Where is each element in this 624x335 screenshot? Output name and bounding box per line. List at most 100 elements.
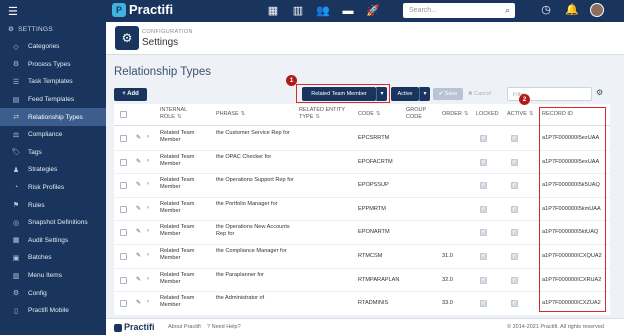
row-select-checkbox[interactable] [120,158,127,166]
sidebar-item-relationship-types[interactable]: ⇄ Relationship Types [0,108,106,126]
search-icon[interactable]: ⌕ [505,5,510,16]
sidebar-item-snapshot-definitions[interactable]: ◎ Snapshot Definitions [0,214,106,232]
sidebar-item-tags[interactable]: 🏷 Tags [0,144,106,162]
locked-checkbox[interactable] [480,228,487,237]
header-locked[interactable]: LOCKED [476,111,499,118]
header-related-entity-type-label: RELATED ENTITY TYPE [299,107,345,120]
edit-pencil-icon[interactable]: ✎ [136,134,141,141]
active-dropdown-chevron-icon[interactable]: ▾ [419,87,430,101]
dash-icon[interactable]: ⸗ [147,276,149,282]
dash-icon[interactable]: ⸗ [147,252,149,258]
user-avatar[interactable] [590,3,604,17]
sidebar-item-practifi-mobile[interactable]: ▯ Practifi Mobile [0,302,106,320]
sidebar-item-categories[interactable]: ◇ Categories [0,38,106,56]
sidebar-item-risk-profiles[interactable]: ◔ Risk Profiles [0,179,106,197]
table-row[interactable]: ✎ ⸗ Related Team Member the OPAC Checker fo… [114,151,610,175]
help-link[interactable]: ? Need Help? [207,324,241,330]
header-phrase[interactable]: PHRASE ⇅ [216,111,245,118]
table-row[interactable]: ✎ ⸗ Related Team Member the Operations Supp… [114,174,610,198]
row-select-checkbox[interactable] [120,229,127,237]
about-link[interactable]: About Practifi [168,324,201,330]
active-filter-dropdown[interactable]: Active [391,87,419,101]
edit-pencil-icon[interactable]: ✎ [136,276,141,283]
edit-pencil-icon[interactable]: ✎ [136,205,141,212]
settings-heading[interactable]: ⚙ SETTINGS [8,25,53,33]
dash-icon[interactable]: ⸗ [147,205,149,211]
locked-checkbox[interactable] [480,276,487,284]
callout-badge-2: 2 [519,94,530,105]
global-search-input[interactable]: Search... ⌕ [403,3,515,18]
building-icon[interactable]: ▥ [291,4,305,18]
edit-pencil-icon[interactable]: ✎ [136,181,141,188]
active-checkbox[interactable] [511,181,518,190]
header-related-entity-type[interactable]: RELATED ENTITY TYPE ⇅ [299,107,359,121]
header-group-code[interactable]: GROUP CODE [406,107,436,121]
bell-icon[interactable]: 🔔 [564,3,580,16]
rocket-icon[interactable]: 🚀 [366,4,380,18]
active-checkbox[interactable] [511,205,518,213]
dash-icon[interactable]: ⸗ [147,158,149,164]
header-internal-role[interactable]: INTERNAL ROLE ⇅ [160,107,204,121]
relationship-type-dropdown[interactable]: Related Team Member [302,87,376,101]
row-select-checkbox[interactable] [120,253,127,260]
type-dropdown-chevron-icon[interactable]: ▾ [376,87,387,101]
dash-icon[interactable]: ⸗ [147,134,149,140]
header-group-code-label: GROUP CODE [406,107,427,120]
sidebar-item-batches[interactable]: ▣ Batches [0,249,106,267]
edit-pencil-icon[interactable]: ✎ [136,228,141,235]
table-row[interactable]: ✎ ⸗ Related Team Member the Customer Servic… [114,127,610,151]
active-checkbox[interactable] [511,299,518,308]
people-icon[interactable]: 👥 [316,4,330,18]
header-code[interactable]: CODE ⇅ [358,111,381,118]
active-checkbox[interactable] [511,134,518,142]
table-row[interactable]: ✎ ⸗ Related Team Member the Portfolio Manag… [114,198,610,222]
active-checkbox[interactable] [511,228,518,237]
clock-icon[interactable]: ◷ [538,3,554,16]
dash-icon[interactable]: ⸗ [147,181,149,187]
table-row[interactable]: ✎ ⸗ Related Team Member the Compliance Mana… [114,245,610,269]
row-select-checkbox[interactable] [120,300,127,308]
locked-checkbox[interactable] [480,134,487,142]
hamburger-menu-icon[interactable]: ☰ [8,5,18,18]
save-button[interactable]: ✔ Save [433,88,463,100]
sidebar-item-audit-settings[interactable]: ▦ Audit Settings [0,232,106,250]
cancel-button[interactable]: ✖ Cancel [468,88,500,100]
active-checkbox[interactable] [511,158,518,166]
header-order[interactable]: ORDER ⇅ [442,111,468,118]
row-select-checkbox[interactable] [120,182,127,190]
sidebar-item-menu-items[interactable]: ▥ Menu Items [0,267,106,285]
add-button[interactable]: + Add [114,88,147,101]
locked-checkbox[interactable] [480,158,487,166]
sidebar-item-task-templates[interactable]: ☰ Task Templates [0,73,106,91]
dash-icon[interactable]: ⸗ [147,228,149,234]
row-select-checkbox[interactable] [120,135,127,142]
sidebar-item-config[interactable]: ⚙ Config [0,284,106,302]
row-select-checkbox[interactable] [120,276,127,284]
edit-pencil-icon[interactable]: ✎ [136,158,141,165]
practifi-logo[interactable]: P Practifi [112,2,173,17]
column-settings-icon[interactable]: ⚙ [596,88,603,97]
locked-checkbox[interactable] [480,252,487,260]
table-row[interactable]: ✎ ⸗ Related Team Member the Paraplanner for… [114,269,610,293]
apps-grid-icon[interactable]: ▦ [266,4,280,18]
row-select-checkbox[interactable] [120,205,127,213]
sidebar-item-label: Feed Templates [28,96,75,104]
sidebar-item-process-types[interactable]: ⚙ Process Types [0,56,106,74]
select-all-checkbox[interactable] [120,111,127,118]
dash-icon[interactable]: ⸗ [147,299,149,305]
header-active[interactable]: ACTIVE ⇅ [507,111,533,118]
sidebar-item-compliance[interactable]: ⚖ Compliance [0,126,106,144]
sidebar-item-strategies[interactable]: ♟ Strategies [0,161,106,179]
sidebar-item-feed-templates[interactable]: ▤ Feed Templates [0,91,106,109]
locked-checkbox[interactable] [480,181,487,190]
active-checkbox[interactable] [511,252,518,260]
edit-pencil-icon[interactable]: ✎ [136,299,141,306]
edit-pencil-icon[interactable]: ✎ [136,252,141,259]
locked-checkbox[interactable] [480,205,487,213]
table-row[interactable]: ✎ ⸗ Related Team Member the Administrator o… [114,292,610,316]
briefcase-icon[interactable]: ▬ [341,4,355,18]
table-row[interactable]: ✎ ⸗ Related Team Member the Operations New … [114,221,610,245]
locked-checkbox[interactable] [480,299,487,308]
sidebar-item-rules[interactable]: ⚑ Rules [0,196,106,214]
active-checkbox[interactable] [511,276,518,284]
